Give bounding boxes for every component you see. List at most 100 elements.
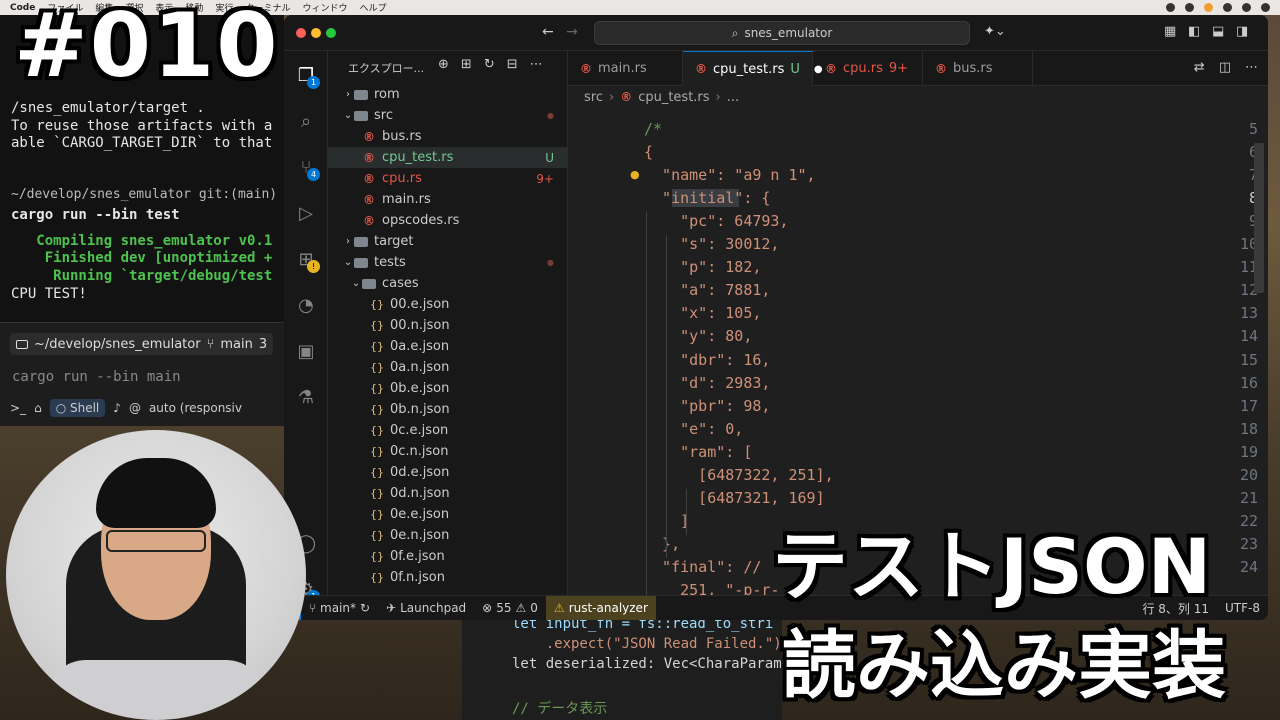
layout-icon[interactable]: ▦ <box>1164 24 1176 39</box>
zoom-window-button[interactable] <box>326 28 336 38</box>
tree-item-0f-e-json[interactable]: {} 0f.e.json <box>328 546 568 567</box>
extensions-icon[interactable]: ⊞! <box>294 247 320 273</box>
control-center-icon[interactable] <box>1261 3 1270 12</box>
tree-item-0c-n-json[interactable]: {} 0c.n.json <box>328 441 568 462</box>
line-number: 16 <box>1239 373 1258 392</box>
scrollbar-thumb[interactable] <box>1254 143 1264 293</box>
toggle-panel-icon[interactable]: ⬓ <box>1212 24 1224 39</box>
terminal-path-chip[interactable]: ~/develop/snes_emulator <box>34 337 201 352</box>
rust-analyzer-status[interactable]: ⚠ rust-analyzer <box>545 595 656 620</box>
search-view-icon[interactable]: ⌕ <box>294 109 318 133</box>
tree-item-0b-n-json[interactable]: {} 0b.n.json <box>328 399 568 420</box>
breadcrumb-folder[interactable]: src <box>584 90 603 105</box>
toggle-sidebar-icon[interactable]: ◧ <box>1188 24 1200 39</box>
tree-item-src[interactable]: ⌄ src ● <box>328 105 568 126</box>
line-number: 20 <box>1239 465 1258 484</box>
status-icon[interactable] <box>1185 3 1194 12</box>
tree-item-0a-n-json[interactable]: {} 0a.n.json <box>328 357 568 378</box>
json-file-icon: {} <box>370 445 384 458</box>
tab-cpu-test-rs[interactable]: ® cpu_test.rs U ● <box>683 51 823 86</box>
tree-item-main-rs[interactable]: ® main.rs <box>328 189 568 210</box>
copilot-icon[interactable]: ✦⌄ <box>984 24 1006 39</box>
tree-item-0f-n-json[interactable]: {} 0f.n.json <box>328 567 568 588</box>
tree-item-00-n-json[interactable]: {} 00.n.json <box>328 315 568 336</box>
line-number: 14 <box>1239 327 1258 346</box>
explorer-icon[interactable]: ❐ 1 <box>294 63 320 89</box>
git-graph-icon[interactable]: ◔ <box>294 293 318 317</box>
compare-icon[interactable]: ⇄ <box>1194 60 1205 75</box>
tree-item-tests[interactable]: ⌄ tests ● <box>328 252 568 273</box>
more-actions-icon[interactable]: ⋯ <box>1245 60 1258 75</box>
rust-file-icon: ® <box>695 62 707 76</box>
tree-item-bus-rs[interactable]: ® bus.rs <box>328 126 568 147</box>
refresh-icon[interactable]: ↻ <box>484 57 495 72</box>
launchpad-status[interactable]: ✈ Launchpad <box>378 596 474 621</box>
lock-icon[interactable]: ⌂ <box>34 401 42 415</box>
more-actions-icon[interactable]: ⋯ <box>530 57 543 72</box>
prompt-icon[interactable]: >_ <box>10 401 26 415</box>
source-control-icon[interactable]: ⑂ 4 <box>294 155 320 181</box>
lightbulb-icon[interactable]: ● <box>630 168 640 181</box>
problems-status[interactable]: ⊗ 55 ⚠ 0 <box>474 596 546 621</box>
back-arrow-icon[interactable]: ← <box>542 24 554 40</box>
microphone-icon[interactable] <box>1204 3 1213 12</box>
breadcrumb-file[interactable]: cpu_test.rs <box>638 90 709 105</box>
mode-label[interactable]: auto (responsiv <box>149 401 242 415</box>
code-line: "y": 80, <box>644 327 753 346</box>
tree-item-label: 0a.e.json <box>390 339 450 354</box>
new-file-icon[interactable]: ⊕ <box>438 57 449 72</box>
tree-item-rom[interactable]: › rom <box>328 84 568 105</box>
breadcrumb-more[interactable]: ... <box>727 90 739 105</box>
record-icon[interactable] <box>1166 3 1175 12</box>
tree-item-target[interactable]: › target <box>328 231 568 252</box>
run-debug-icon[interactable]: ▷ <box>294 201 318 225</box>
tree-item-cpu-test-rs[interactable]: ® cpu_test.rs U <box>328 147 568 168</box>
tree-item-0a-e-json[interactable]: {} 0a.e.json <box>328 336 568 357</box>
branch-status[interactable]: ⑂ main* ↻ <box>301 596 378 621</box>
split-editor-icon[interactable]: ◫ <box>1219 60 1231 75</box>
testing-icon[interactable]: ⚗ <box>294 385 318 409</box>
tree-item-opscodes-rs[interactable]: ® opscodes.rs <box>328 210 568 231</box>
menubar-item[interactable]: ヘルプ <box>359 1 386 14</box>
tree-item-label: cases <box>382 276 419 291</box>
json-file-icon: {} <box>370 298 384 311</box>
tree-item-0c-e-json[interactable]: {} 0c.e.json <box>328 420 568 441</box>
bulb-icon: ○ <box>55 401 70 415</box>
tree-item-cases[interactable]: ⌄ cases <box>328 273 568 294</box>
tree-item-label: 00.n.json <box>390 318 450 333</box>
overlay-title-line1: テストJSON <box>772 522 1212 611</box>
toggle-secondary-sidebar-icon[interactable]: ◨ <box>1236 24 1248 39</box>
tab-status: 9+ <box>888 61 909 76</box>
terminal-branch-chip[interactable]: main <box>220 337 252 352</box>
tree-item-label: target <box>374 234 414 249</box>
menubar-item[interactable]: ウィンドウ <box>302 1 347 14</box>
tree-item-0e-n-json[interactable]: {} 0e.n.json <box>328 525 568 546</box>
close-window-button[interactable] <box>296 28 306 38</box>
remote-explorer-icon[interactable]: ▣ <box>294 339 318 363</box>
terminal-running-line: Running `target/debug/test <box>11 268 273 284</box>
tab-main-rs[interactable]: ® main.rs <box>568 51 683 86</box>
battery-icon[interactable] <box>1242 3 1251 12</box>
terminal-input[interactable]: cargo run --bin main <box>12 369 181 385</box>
at-icon[interactable]: @ <box>129 401 141 415</box>
tree-item-cpu-rs[interactable]: ® cpu.rs 9+ <box>328 168 568 189</box>
tree-item-status: U <box>545 150 554 165</box>
warnings-count: 0 <box>530 601 538 615</box>
tree-item-00-e-json[interactable]: {} 00.e.json <box>328 294 568 315</box>
mic-icon[interactable]: ♪ <box>113 401 121 415</box>
tree-item-0b-e-json[interactable]: {} 0b.e.json <box>328 378 568 399</box>
secondary-editor[interactable]: let input_fn = fs::read_to_stri .expect(… <box>462 612 782 720</box>
collapse-all-icon[interactable]: ⊟ <box>507 57 518 72</box>
tree-item-0d-n-json[interactable]: {} 0d.n.json <box>328 483 568 504</box>
forward-arrow-icon[interactable]: → <box>566 24 578 40</box>
tab-bus-rs[interactable]: ® bus.rs <box>923 51 1033 86</box>
wifi-icon[interactable] <box>1223 3 1232 12</box>
new-folder-icon[interactable]: ⊞ <box>461 57 472 72</box>
tab-cpu-rs[interactable]: ® cpu.rs 9+ <box>813 51 923 86</box>
sync-icon: ↻ <box>360 601 371 615</box>
minimize-window-button[interactable] <box>311 28 321 38</box>
tree-item-0d-e-json[interactable]: {} 0d.e.json <box>328 462 568 483</box>
command-center-search[interactable]: ⌕ snes_emulator <box>594 21 970 45</box>
tree-item-0e-e-json[interactable]: {} 0e.e.json <box>328 504 568 525</box>
shell-button[interactable]: ○ Shell <box>49 399 106 417</box>
